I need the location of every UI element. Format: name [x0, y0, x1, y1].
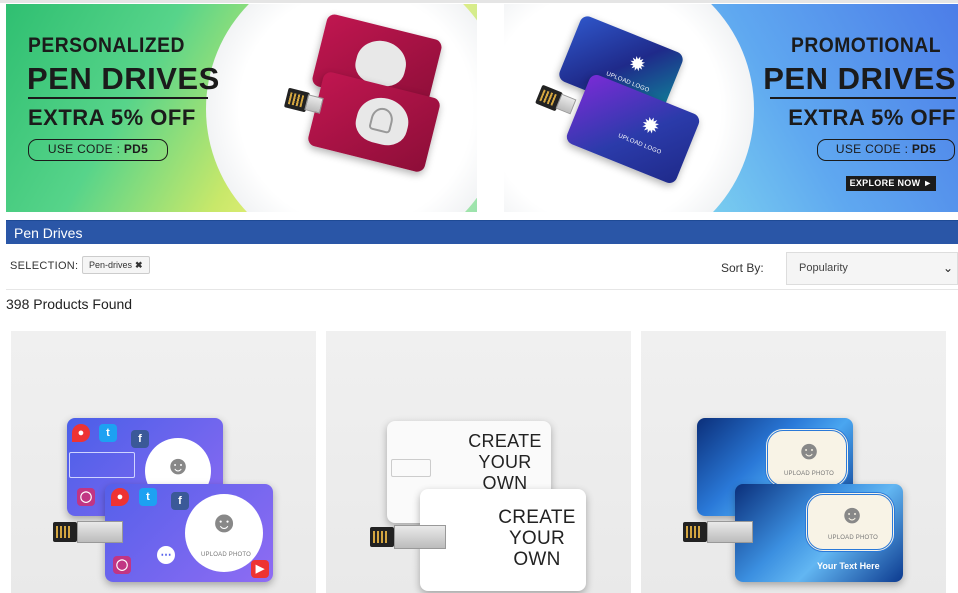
- banner-line1: PROMOTIONAL: [791, 34, 941, 57]
- banner-coupon: USE CODE : PD5: [28, 139, 168, 161]
- banner-rule: [770, 97, 956, 99]
- explore-now-button[interactable]: EXPLORE NOW ►: [846, 176, 936, 191]
- twitter-icon: t: [99, 424, 117, 442]
- filter-chip-label: Pen-drives: [89, 260, 133, 270]
- sort-by-label: Sort By:: [721, 261, 764, 275]
- selection-label: SELECTION:: [10, 260, 79, 272]
- explore-now-label: EXPLORE NOW: [849, 178, 921, 188]
- product-card-social-media[interactable]: ● t f ☻ ◯ ● t f ☻ UPLOAD PHOTO ◯ ⋯ ▶: [11, 331, 316, 593]
- upload-photo-text: UPLOAD PHOTO: [784, 471, 834, 477]
- filter-chip-pen-drives[interactable]: Pen-drives ✖: [82, 256, 150, 274]
- facebook-icon: f: [171, 492, 189, 510]
- purple-card-front: ● t f ☻ UPLOAD PHOTO ◯ ⋯ ▶: [105, 484, 273, 582]
- coupon-prefix: USE CODE :: [835, 142, 912, 156]
- person-icon: ☻: [838, 499, 866, 529]
- product-card-blue-crystal[interactable]: ☻ UPLOAD PHOTO ☻ UPLOAD PHOTO Your Text …: [641, 331, 946, 593]
- section-title-bar: Pen Drives: [6, 220, 958, 244]
- usb-connector: [683, 522, 707, 542]
- usb-metal-cap: [394, 525, 446, 549]
- promotional-pen-drives-banner[interactable]: PROMOTIONAL PEN DRIVES EXTRA 5% OFF USE …: [504, 4, 958, 212]
- person-icon: ☻: [208, 506, 240, 539]
- location-pin-icon: ●: [111, 488, 129, 506]
- location-pin-icon: ●: [72, 424, 90, 442]
- instagram-icon: ◯: [77, 488, 95, 506]
- coupon-code: PD5: [911, 142, 937, 156]
- usb-slot: [391, 459, 431, 477]
- photo-placeholder-frame: ☻ UPLOAD PHOTO: [805, 492, 895, 552]
- create-your-own-text: CREATE YOUR OWN: [468, 431, 542, 493]
- usb-connector: [53, 522, 77, 542]
- upload-photo-text: UPLOAD PHOTO: [201, 552, 251, 558]
- person-icon: ☻: [795, 435, 823, 465]
- photo-placeholder-frame: ☻ UPLOAD PHOTO: [765, 428, 849, 488]
- close-icon[interactable]: ✖: [135, 260, 143, 270]
- divider: [6, 289, 958, 290]
- banner-line2: PEN DRIVES: [27, 61, 220, 96]
- banner-coupon: USE CODE : PD5: [817, 139, 955, 161]
- your-text-here: Your Text Here: [817, 561, 880, 571]
- banner-offer: EXTRA 5% OFF: [28, 105, 196, 130]
- coupon-code: PD5: [123, 142, 149, 156]
- upload-photo-text: UPLOAD PHOTO: [828, 535, 878, 541]
- twitter-icon: t: [139, 488, 157, 506]
- heart-photo-frame: [351, 92, 414, 150]
- sort-select[interactable]: Popularity ⌄: [786, 252, 958, 285]
- usb-connector: [370, 527, 394, 547]
- chat-bubble-icon: ⋯: [157, 546, 175, 564]
- instagram-icon: ◯: [113, 556, 131, 574]
- sort-selected-value: Popularity: [799, 262, 848, 274]
- usb-metal-cap: [707, 521, 753, 543]
- play-arrow-icon: ►: [923, 178, 933, 188]
- youtube-icon: ▶: [251, 560, 269, 578]
- usb-metal-cap: [77, 521, 123, 543]
- products-found-count: 398 Products Found: [6, 296, 133, 312]
- banner-line2: PEN DRIVES: [763, 61, 956, 96]
- section-title: Pen Drives: [14, 225, 83, 241]
- chevron-down-icon: ⌄: [942, 261, 953, 275]
- banner-offer: EXTRA 5% OFF: [788, 105, 956, 130]
- person-icon: ☻: [164, 450, 192, 480]
- pinwheel-logo-icon: ✹: [637, 110, 664, 141]
- banner-line1: PERSONALIZED: [28, 34, 185, 57]
- couple-icon: [368, 105, 396, 135]
- personalized-pen-drives-banner[interactable]: PERSONALIZED PEN DRIVES EXTRA 5% OFF USE…: [6, 4, 477, 212]
- pinwheel-logo-icon: ✹: [625, 51, 649, 79]
- top-border: [0, 0, 958, 3]
- usb-slot: [69, 452, 135, 478]
- create-your-own-text: CREATE YOUR OWN: [498, 507, 576, 570]
- product-card-create-your-own[interactable]: CREATE YOUR OWN CREATE YOUR OWN: [326, 331, 631, 593]
- coupon-prefix: USE CODE :: [47, 142, 124, 156]
- banner-rule: [28, 97, 208, 99]
- facebook-icon: f: [131, 430, 149, 448]
- blue-card-front: ☻ UPLOAD PHOTO Your Text Here: [735, 484, 903, 582]
